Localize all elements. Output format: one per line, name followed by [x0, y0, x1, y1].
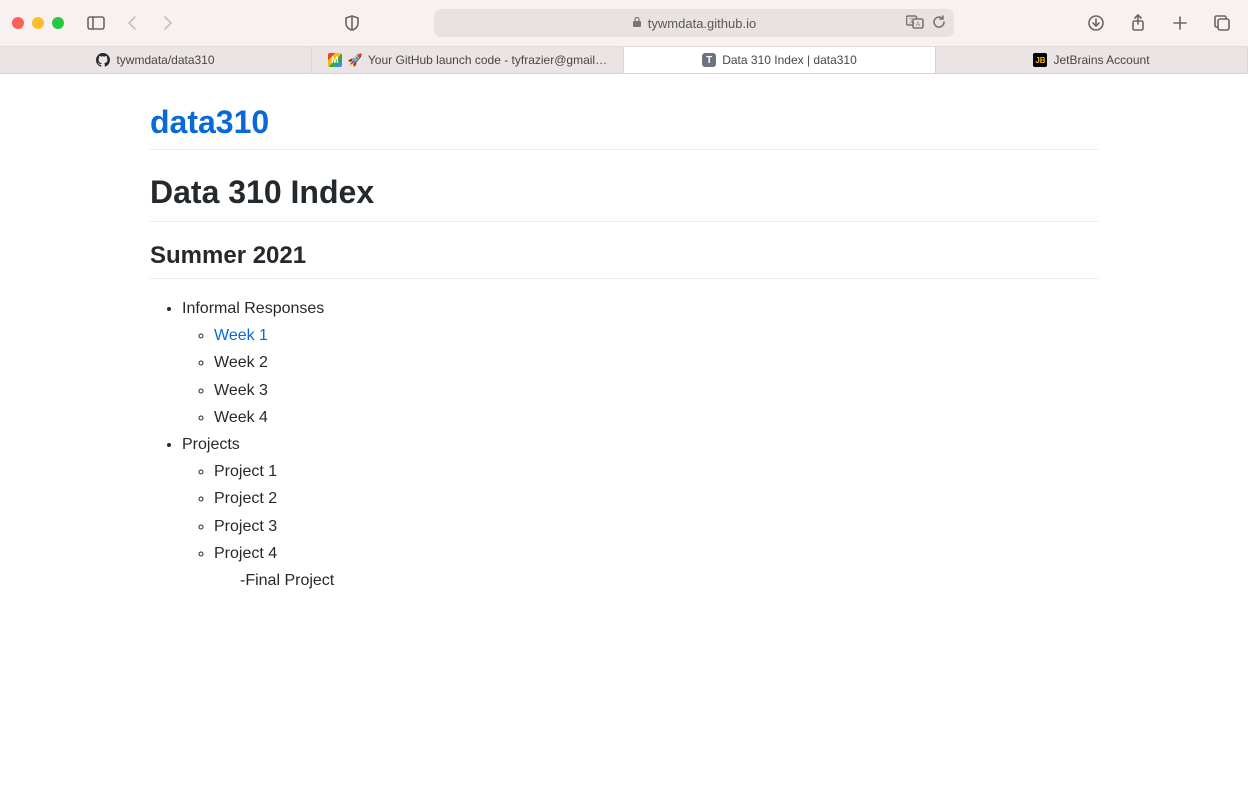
site-favicon: T — [702, 53, 716, 67]
tab-label: JetBrains Account — [1053, 53, 1149, 67]
week-label: Week 3 — [214, 382, 268, 399]
list-item: Week 3 — [214, 377, 1098, 404]
list-item: Project 3 — [214, 513, 1098, 540]
page-heading-h2: Summer 2021 — [150, 242, 1098, 279]
window-controls — [12, 17, 64, 29]
list-item: Informal Responses Week 1 Week 2 Week 3 … — [182, 295, 1098, 431]
forward-button[interactable] — [154, 9, 182, 37]
list-item: Project 2 — [214, 485, 1098, 512]
project-label: Project 2 — [214, 490, 277, 507]
project-label: Project 4 — [214, 545, 277, 562]
svg-text:A: A — [916, 22, 920, 28]
page-content: data310 Data 310 Index Summer 2021 Infor… — [0, 74, 1248, 594]
minimize-window-button[interactable] — [32, 17, 44, 29]
final-project-label: -Final Project — [214, 567, 1098, 594]
site-title: data310 — [150, 104, 1098, 150]
list-item: Project 1 — [214, 458, 1098, 485]
list-item: Week 2 — [214, 349, 1098, 376]
tab-label: Your GitHub launch code - tyfrazier@gmai… — [368, 53, 607, 67]
close-window-button[interactable] — [12, 17, 24, 29]
list-item: Week 4 — [214, 404, 1098, 431]
week-label: Week 2 — [214, 354, 268, 371]
gmail-icon: M — [328, 53, 342, 67]
browser-toolbar: tywmdata.github.io 文A — [0, 0, 1248, 47]
github-icon — [96, 53, 110, 67]
page-heading-h1: Data 310 Index — [150, 174, 1098, 222]
week-label: Week 4 — [214, 409, 268, 426]
downloads-icon[interactable] — [1082, 9, 1110, 37]
project-label: Project 3 — [214, 518, 277, 535]
address-host: tywmdata.github.io — [648, 16, 756, 31]
section-label: Projects — [182, 436, 240, 453]
week-link[interactable]: Week 1 — [214, 327, 268, 344]
rocket-icon: 🚀 — [348, 53, 362, 67]
lock-icon — [632, 16, 642, 31]
address-bar[interactable]: tywmdata.github.io 文A — [434, 9, 954, 37]
list-item: Project 4 -Final Project — [214, 540, 1098, 594]
list-item: Projects Project 1 Project 2 Project 3 P… — [182, 431, 1098, 594]
site-title-link[interactable]: data310 — [150, 104, 269, 140]
new-tab-icon[interactable] — [1166, 9, 1194, 37]
svg-text:文: 文 — [909, 17, 915, 25]
tab-gmail[interactable]: M 🚀 Your GitHub launch code - tyfrazier@… — [312, 47, 624, 73]
privacy-shield-icon[interactable] — [338, 9, 366, 37]
tab-label: tywmdata/data310 — [116, 53, 214, 67]
project-label: Project 1 — [214, 463, 277, 480]
tab-data310-index[interactable]: T Data 310 Index | data310 — [624, 47, 936, 73]
jetbrains-icon: JB — [1033, 53, 1047, 67]
tab-jetbrains[interactable]: JB JetBrains Account — [936, 47, 1248, 73]
tab-strip: tywmdata/data310 M 🚀 Your GitHub launch … — [0, 47, 1248, 74]
tab-overview-icon[interactable] — [1208, 9, 1236, 37]
section-label: Informal Responses — [182, 300, 324, 317]
list-item: Week 1 — [214, 322, 1098, 349]
translate-icon[interactable]: 文A — [906, 15, 924, 32]
tab-label: Data 310 Index | data310 — [722, 53, 857, 67]
fullscreen-window-button[interactable] — [52, 17, 64, 29]
back-button[interactable] — [118, 9, 146, 37]
reload-icon[interactable] — [932, 15, 946, 32]
tab-github-repo[interactable]: tywmdata/data310 — [0, 47, 312, 73]
share-icon[interactable] — [1124, 9, 1152, 37]
content-list: Informal Responses Week 1 Week 2 Week 3 … — [150, 295, 1098, 594]
sidebar-toggle-icon[interactable] — [82, 9, 110, 37]
